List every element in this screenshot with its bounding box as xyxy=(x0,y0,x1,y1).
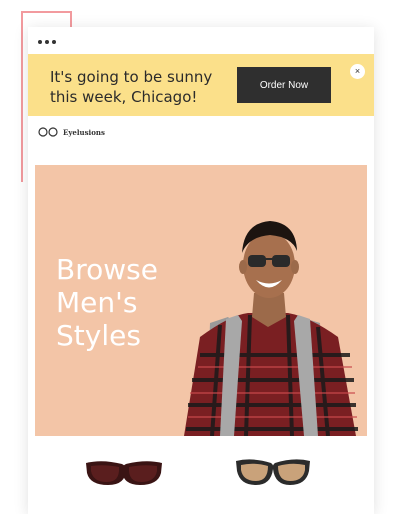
close-banner-button[interactable]: × xyxy=(350,64,365,79)
promo-message: It's going to be sunny this week, Chicag… xyxy=(50,67,240,107)
brand-logo[interactable]: Eyelusions xyxy=(38,126,105,138)
model-photo xyxy=(184,221,358,436)
mobile-page: It's going to be sunny this week, Chicag… xyxy=(28,27,374,514)
close-icon: × xyxy=(354,66,361,76)
promo-message-line-2: this week, Chicago! xyxy=(50,88,198,106)
glasses-outline-icon xyxy=(38,127,58,137)
promo-banner: It's going to be sunny this week, Chicag… xyxy=(28,54,374,116)
brand-name: Eyelusions xyxy=(63,127,105,137)
sunglasses-cat-eye-icon[interactable] xyxy=(234,455,312,489)
sunglasses-dark-icon[interactable] xyxy=(82,455,166,489)
hero-banner[interactable]: Browse Men's Styles xyxy=(35,165,367,436)
order-now-button[interactable]: Order Now xyxy=(237,67,331,103)
more-options-icon[interactable] xyxy=(38,39,58,45)
promo-message-line-1: It's going to be sunny xyxy=(50,68,213,86)
